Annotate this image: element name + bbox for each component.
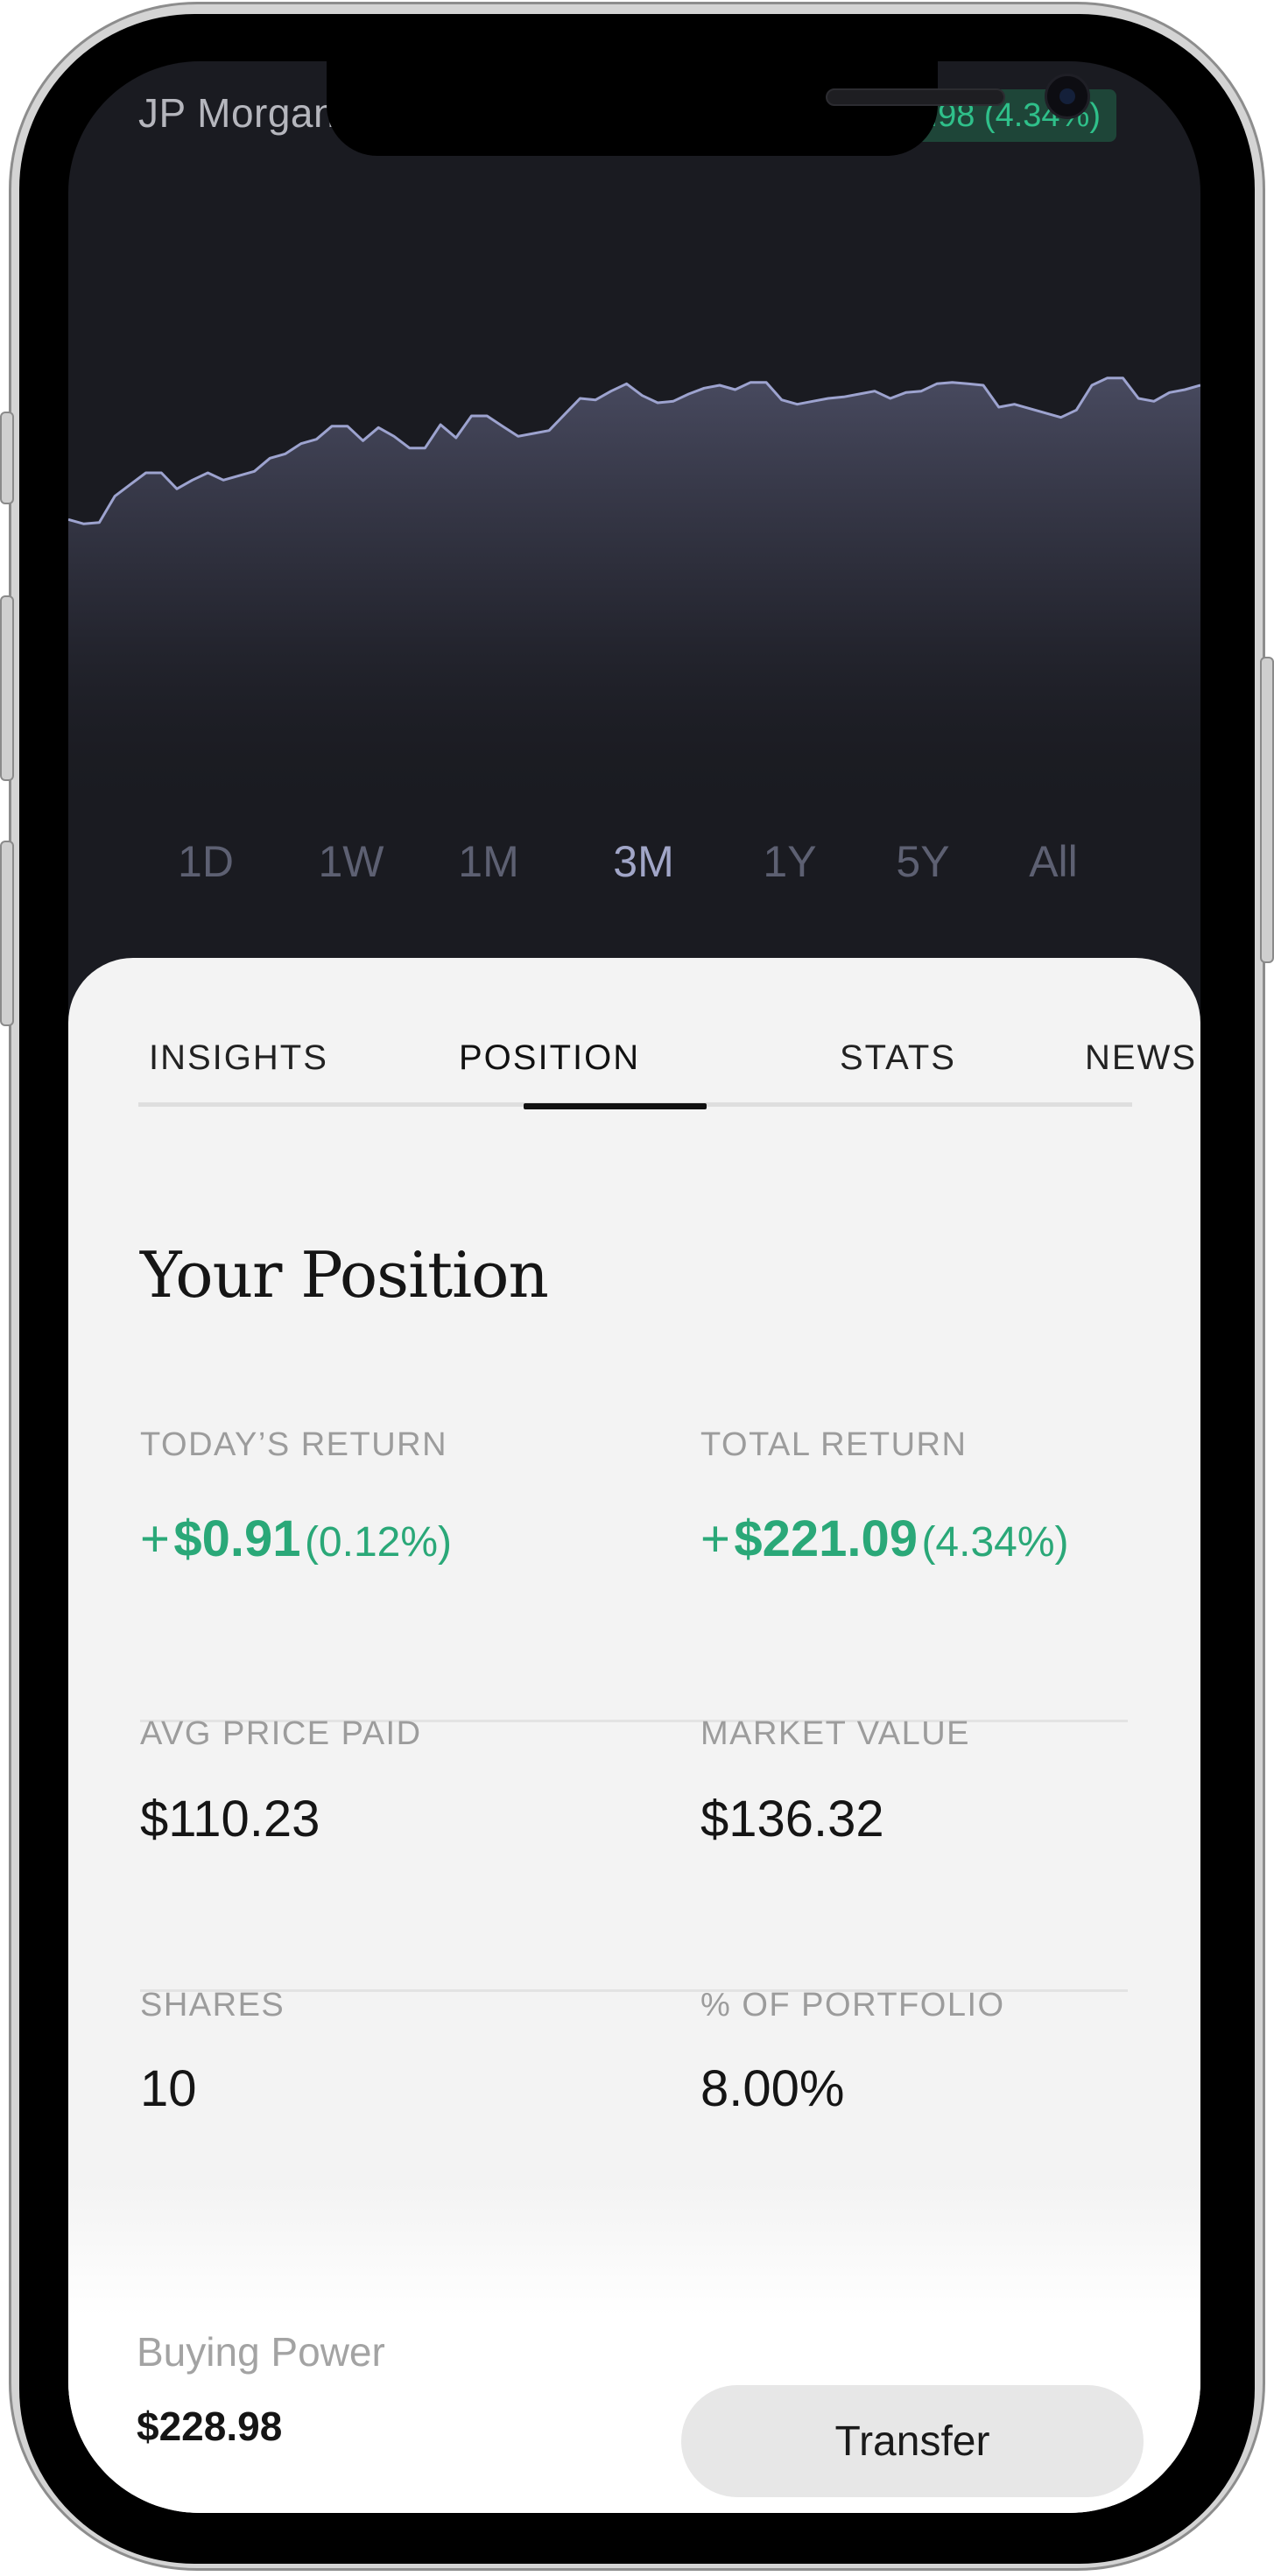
notch: [327, 61, 1090, 156]
range-5y[interactable]: 5Y: [896, 836, 949, 887]
buying-power-value: $228.98: [137, 2404, 283, 2449]
todays-return-value: + $0.91 (0.12%): [140, 1510, 452, 1568]
section-title: Your Position: [140, 1238, 549, 1312]
range-1w[interactable]: 1W: [319, 836, 384, 887]
total-return-sign: +: [700, 1510, 730, 1567]
total-return-amount: $221.09: [734, 1510, 918, 1567]
shares-value: 10: [140, 2060, 197, 2117]
volume-down-button: [0, 841, 14, 1026]
range-3m[interactable]: 3M: [613, 836, 673, 887]
todays-return-percent: (0.12%): [304, 1519, 453, 1566]
market-value-value: $136.32: [700, 1791, 884, 1848]
mute-switch: [0, 412, 14, 504]
avg-price-label: AVG PRICE PAID: [140, 1715, 422, 1752]
speaker-grille: [826, 88, 1005, 106]
details-card: INSIGHTS POSITION STATS NEWS Your Positi…: [68, 958, 1200, 2513]
total-return-percent: (4.34%): [921, 1519, 1069, 1566]
buying-power-label: Buying Power: [137, 2329, 385, 2375]
front-camera: [1045, 74, 1090, 119]
range-all[interactable]: All: [1029, 836, 1078, 887]
tab-stats[interactable]: STATS: [840, 1038, 956, 1078]
stock-name: JP Morgan: [138, 90, 337, 136]
todays-return-label: TODAY’S RETURN: [140, 1426, 448, 1463]
portfolio-percent-value: 8.00%: [700, 2060, 845, 2117]
volume-up-button: [0, 595, 14, 781]
tab-news[interactable]: NEWS: [1085, 1038, 1197, 1078]
portfolio-percent-label: % OF PORTFOLIO: [700, 1987, 1005, 2023]
app-screen: JP Morgan .98 (4.34%) 1D 1W 1M 3M 1Y 5Y …: [68, 61, 1200, 2513]
range-1m[interactable]: 1M: [458, 836, 518, 887]
total-return-value: + $221.09 (4.34%): [700, 1510, 1069, 1568]
time-range-selector: 1D 1W 1M 3M 1Y 5Y All: [68, 836, 1200, 906]
total-return-label: TOTAL RETURN: [700, 1426, 968, 1463]
todays-return-amount: $0.91: [173, 1510, 301, 1567]
range-1y[interactable]: 1Y: [763, 836, 816, 887]
market-value-label: MARKET VALUE: [700, 1715, 971, 1752]
transfer-button[interactable]: Transfer: [681, 2385, 1144, 2497]
tab-bar: INSIGHTS POSITION STATS NEWS: [138, 958, 1195, 1109]
range-1d[interactable]: 1D: [178, 836, 234, 887]
active-tab-indicator: [524, 1103, 707, 1109]
power-button: [1260, 657, 1274, 963]
todays-return-sign: +: [140, 1510, 170, 1567]
shares-label: SHARES: [140, 1987, 285, 2023]
tab-insights[interactable]: INSIGHTS: [149, 1038, 328, 1078]
avg-price-value: $110.23: [140, 1791, 320, 1848]
chart-area-fill: [68, 377, 1200, 814]
tab-position[interactable]: POSITION: [459, 1038, 640, 1078]
price-chart[interactable]: [68, 324, 1200, 814]
